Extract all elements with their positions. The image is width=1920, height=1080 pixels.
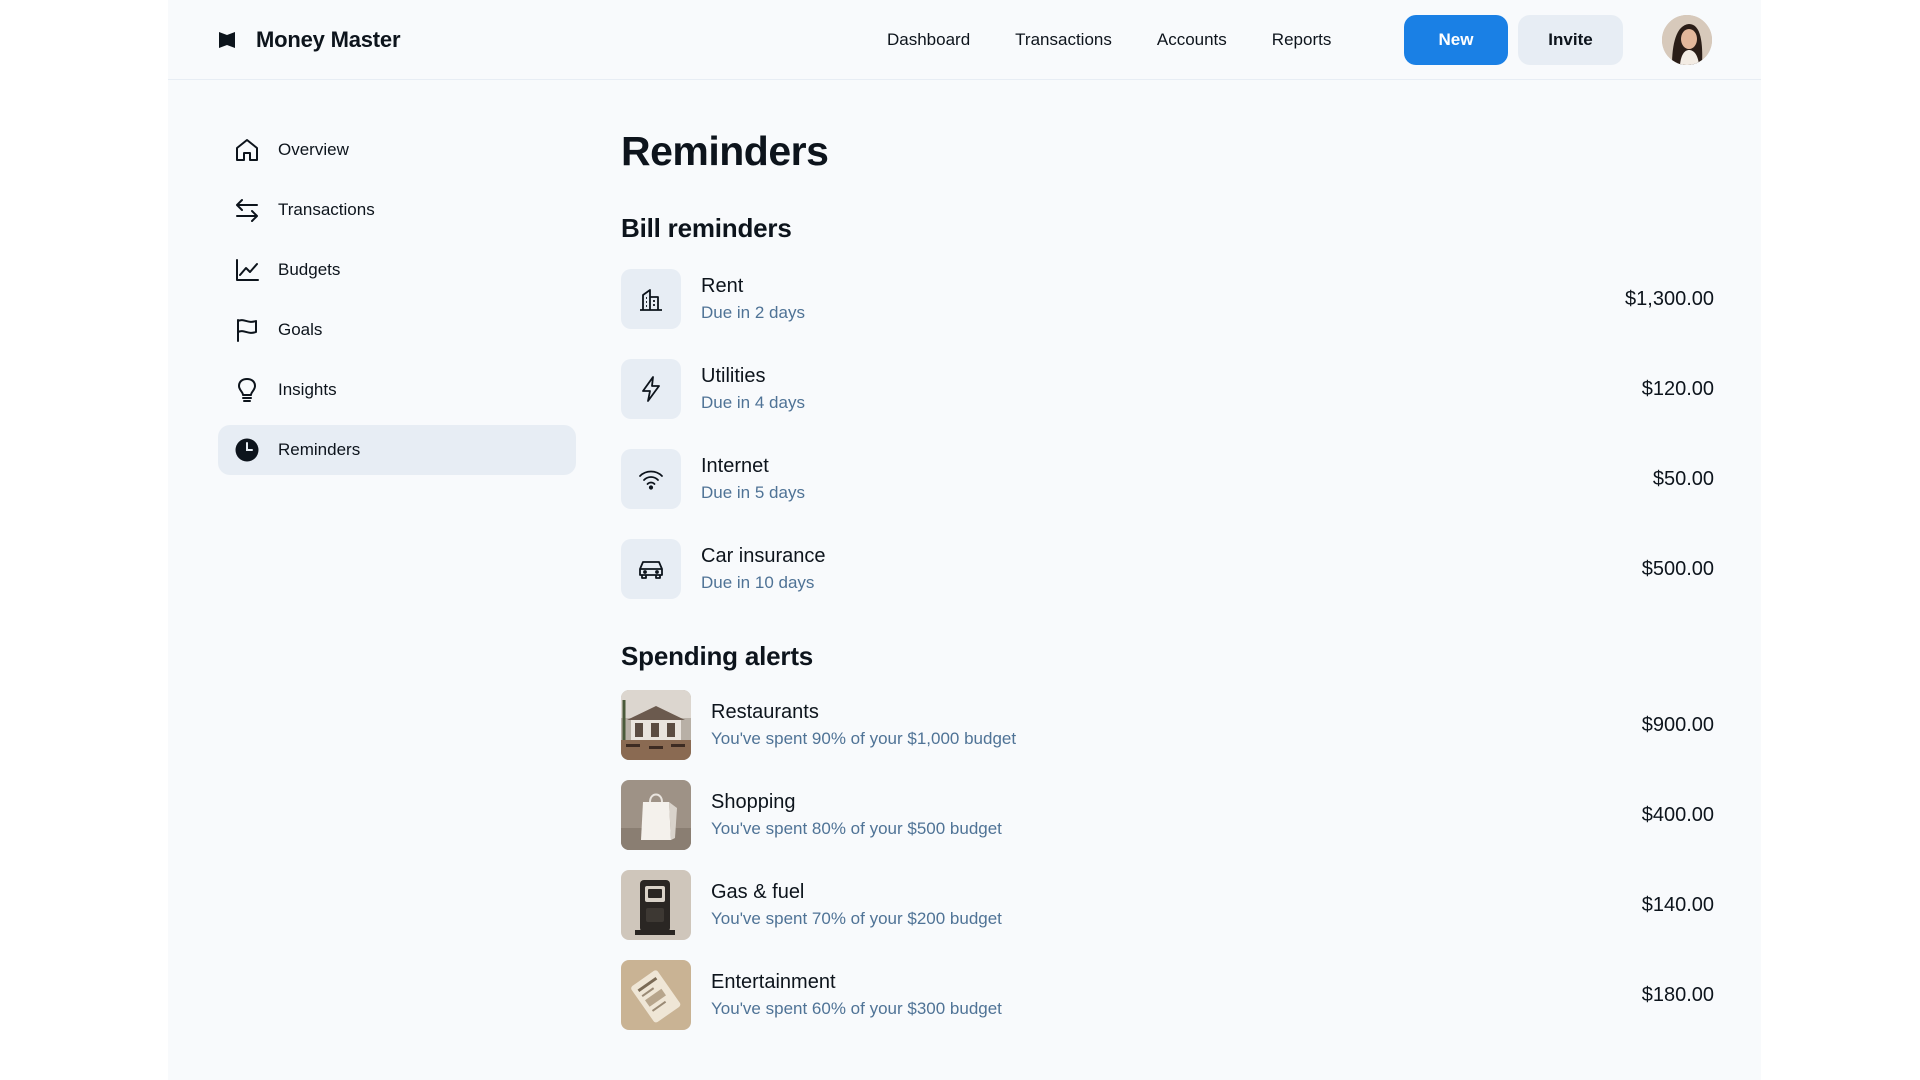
alert-amount: $900.00 (1641, 713, 1714, 736)
alert-message: You've spent 60% of your $300 budget (711, 999, 1002, 1018)
shopping-bag-photo (621, 780, 691, 850)
sidebar: Overview Transactions Budgets Goals Insi… (218, 125, 576, 485)
sidebar-item-overview[interactable]: Overview (218, 125, 576, 175)
top-nav: Dashboard Transactions Accounts Reports (887, 22, 1331, 58)
alert-amount: $180.00 (1641, 983, 1714, 1006)
lightning-icon (621, 359, 681, 419)
bill-due: Due in 4 days (701, 393, 805, 412)
bill-name: Internet (701, 455, 769, 477)
list-item[interactable]: Rent Due in 2 days $1,300.00 (621, 254, 1714, 344)
invite-button[interactable]: Invite (1518, 15, 1623, 65)
ticket-photo (621, 960, 691, 1030)
app-name: Money Master (256, 27, 401, 52)
logo-icon (219, 32, 235, 48)
nav-accounts[interactable]: Accounts (1157, 30, 1227, 50)
alert-message: You've spent 90% of your $1,000 budget (711, 729, 1017, 748)
list-item[interactable]: Utilities Due in 4 days $120.00 (621, 344, 1714, 434)
sidebar-item-insights[interactable]: Insights (218, 365, 576, 415)
bill-due: Due in 10 days (701, 573, 815, 592)
spending-alerts-list: Restaurants You've spent 90% of your $1,… (621, 680, 1714, 1040)
sidebar-item-label: Overview (278, 140, 349, 159)
restaurant-photo (621, 690, 691, 760)
sidebar-item-goals[interactable]: Goals (218, 305, 576, 355)
spending-alerts-heading: Spending alerts (621, 641, 814, 671)
list-item[interactable]: Gas & fuel You've spent 70% of your $200… (621, 860, 1714, 950)
wifi-icon (621, 449, 681, 509)
avatar-image (1662, 15, 1712, 65)
alert-name: Gas & fuel (711, 881, 805, 903)
building-icon (621, 269, 681, 329)
top-header: Money Master Dashboard Transactions Acco… (168, 0, 1761, 80)
alert-message: You've spent 80% of your $500 budget (711, 819, 1002, 838)
flag-icon (234, 317, 260, 343)
home-icon (234, 137, 260, 163)
arrows-swap-icon (234, 197, 260, 223)
alert-amount: $400.00 (1641, 803, 1714, 826)
lightbulb-icon (234, 377, 260, 403)
bill-due: Due in 5 days (701, 483, 805, 502)
new-button[interactable]: New (1404, 15, 1508, 65)
bill-amount: $500.00 (1641, 557, 1714, 580)
bill-reminders-heading: Bill reminders (621, 213, 792, 243)
list-item[interactable]: Entertainment You've spent 60% of your $… (621, 950, 1714, 1040)
alert-amount: $140.00 (1641, 893, 1714, 916)
sidebar-item-reminders[interactable]: Reminders (218, 425, 576, 475)
list-item[interactable]: Shopping You've spent 80% of your $500 b… (621, 770, 1714, 860)
bill-amount: $120.00 (1641, 377, 1714, 400)
bill-name: Rent (701, 275, 744, 297)
bill-name: Car insurance (701, 545, 826, 567)
gas-pump-photo (621, 870, 691, 940)
nav-dashboard[interactable]: Dashboard (887, 30, 970, 50)
avatar[interactable] (1662, 15, 1712, 65)
main-content: Reminders Bill reminders Rent Due in 2 d… (621, 118, 1714, 1040)
trend-chart-icon (234, 257, 260, 283)
bill-amount: $50.00 (1652, 467, 1714, 490)
sidebar-item-label: Goals (278, 320, 323, 339)
clock-icon (234, 437, 260, 463)
list-item[interactable]: Restaurants You've spent 90% of your $1,… (621, 680, 1714, 770)
nav-reports[interactable]: Reports (1272, 30, 1332, 50)
alert-name: Shopping (711, 791, 796, 813)
bill-amount: $1,300.00 (1625, 287, 1714, 310)
sidebar-item-label: Insights (278, 380, 337, 399)
brand[interactable]: Money Master (218, 22, 401, 58)
nav-transactions[interactable]: Transactions (1015, 30, 1112, 50)
bill-due: Due in 2 days (701, 303, 805, 322)
sidebar-item-label: Budgets (278, 260, 341, 279)
app-frame: Money Master Dashboard Transactions Acco… (168, 0, 1761, 1080)
list-item[interactable]: Car insurance Due in 10 days $500.00 (621, 524, 1714, 614)
alert-name: Restaurants (711, 701, 819, 723)
alert-name: Entertainment (711, 971, 836, 993)
car-icon (621, 539, 681, 599)
sidebar-item-label: Transactions (278, 200, 375, 219)
sidebar-item-budgets[interactable]: Budgets (218, 245, 576, 295)
bill-reminders-list: Rent Due in 2 days $1,300.00 Utilities D… (621, 254, 1714, 614)
sidebar-item-transactions[interactable]: Transactions (218, 185, 576, 235)
sidebar-item-label: Reminders (278, 440, 361, 459)
bill-name: Utilities (701, 365, 766, 387)
list-item[interactable]: Internet Due in 5 days $50.00 (621, 434, 1714, 524)
alert-message: You've spent 70% of your $200 budget (711, 909, 1002, 928)
page-title: Reminders (621, 128, 829, 174)
